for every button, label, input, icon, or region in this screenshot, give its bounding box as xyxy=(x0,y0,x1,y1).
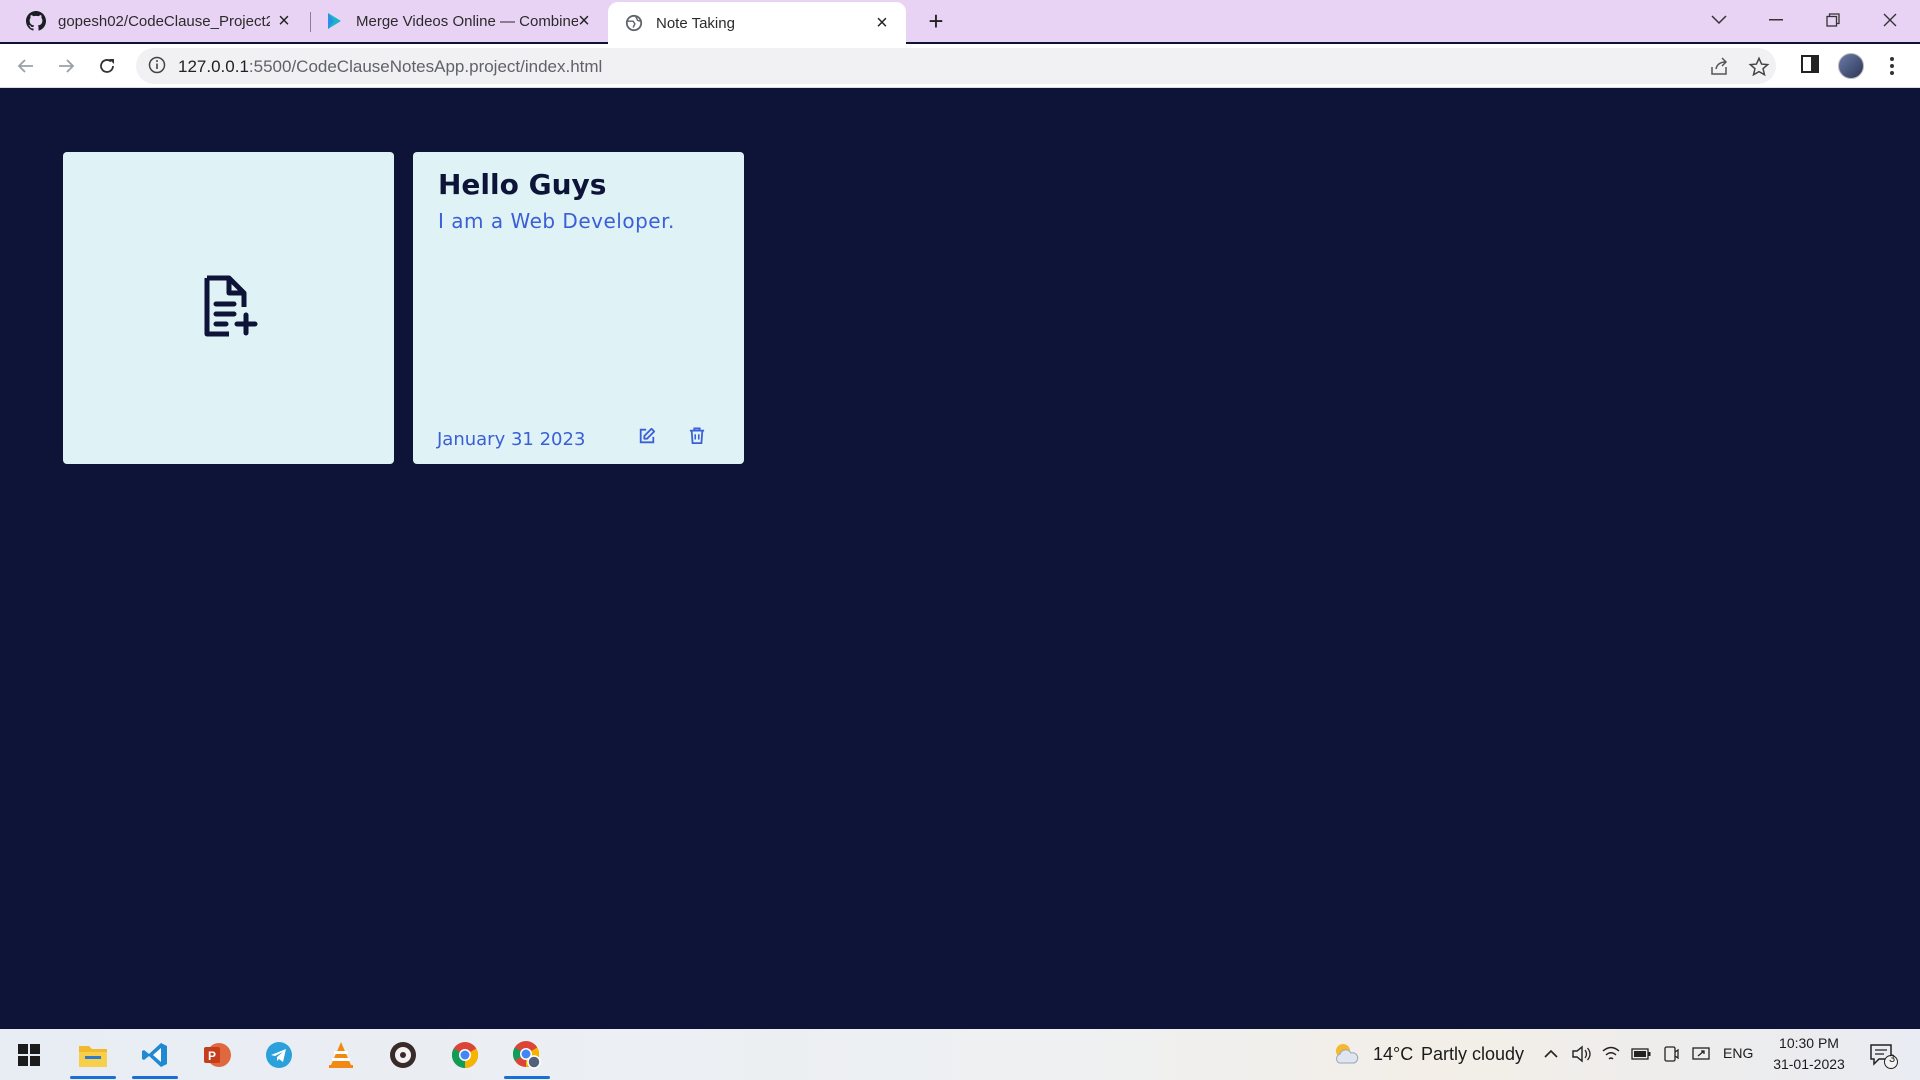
wifi-icon[interactable] xyxy=(1601,1044,1621,1064)
windows-taskbar: P 14°C Partly cloudy ENG 10:30 PM 31-01-… xyxy=(0,1029,1920,1080)
weather-description[interactable]: Partly cloudy xyxy=(1421,1044,1524,1065)
url-text: 127.0.0.1:5500/CodeClauseNotesApp.projec… xyxy=(178,57,602,77)
chrome-icon[interactable] xyxy=(436,1029,494,1080)
clock-time[interactable]: 10:30 PM xyxy=(1770,1035,1848,1051)
weather-temperature[interactable]: 14°C xyxy=(1373,1044,1413,1065)
close-tab-icon[interactable]: × xyxy=(574,11,594,31)
menu-dots-icon[interactable] xyxy=(1882,54,1906,78)
delete-icon[interactable] xyxy=(685,424,709,448)
vlc-icon[interactable] xyxy=(312,1029,370,1080)
tab-strip: gopesh02/CodeClause_Project2 × Merge Vid… xyxy=(0,0,1920,44)
tab-github[interactable]: gopesh02/CodeClause_Project2 × xyxy=(0,0,308,42)
active-indicator xyxy=(132,1076,178,1079)
bookmark-star-icon[interactable] xyxy=(1748,56,1770,78)
active-indicator xyxy=(70,1076,116,1079)
minimize-icon[interactable] xyxy=(1756,6,1796,34)
file-explorer-icon[interactable] xyxy=(64,1029,122,1080)
note-date: January 31 2023 xyxy=(437,429,586,450)
screen-share-icon[interactable] xyxy=(1691,1044,1711,1064)
notes-app: Hello Guys I am a Web Developer. January… xyxy=(0,89,1920,1029)
note-body: I am a Web Developer. xyxy=(438,209,675,233)
telegram-icon[interactable] xyxy=(250,1029,308,1080)
address-bar[interactable]: 127.0.0.1:5500/CodeClauseNotesApp.projec… xyxy=(136,48,1776,84)
chevron-up-icon[interactable] xyxy=(1541,1044,1561,1064)
url-path: :5500/CodeClauseNotesApp.project/index.h… xyxy=(248,57,603,76)
close-tab-icon[interactable]: × xyxy=(872,13,892,33)
new-tab-icon[interactable]: + xyxy=(923,8,949,34)
tab-title: gopesh02/CodeClause_Project2 xyxy=(58,12,270,30)
tab-title: Merge Videos Online — Combine xyxy=(356,12,578,30)
forward-icon[interactable] xyxy=(52,52,80,80)
edit-icon[interactable] xyxy=(635,424,659,448)
windows-start-icon[interactable] xyxy=(0,1029,58,1080)
tab-title: Note Taking xyxy=(656,14,735,32)
add-note-card[interactable] xyxy=(63,152,394,464)
tab-merge-videos[interactable]: Merge Videos Online — Combine × xyxy=(312,0,608,42)
battery-icon[interactable] xyxy=(1631,1044,1651,1064)
reload-icon[interactable] xyxy=(93,52,121,80)
share-icon[interactable] xyxy=(1708,56,1730,78)
note-title: Hello Guys xyxy=(438,168,607,201)
volume-icon[interactable] xyxy=(1571,1044,1591,1064)
back-icon[interactable] xyxy=(12,52,40,80)
notification-center-icon[interactable]: 3 xyxy=(1869,1043,1899,1069)
profile-avatar[interactable] xyxy=(1838,53,1864,79)
clock-date[interactable]: 31-01-2023 xyxy=(1766,1056,1852,1072)
powerpoint-icon[interactable]: P xyxy=(188,1029,246,1080)
side-panel-icon[interactable] xyxy=(1800,54,1824,78)
language-indicator[interactable]: ENG xyxy=(1723,1045,1753,1061)
music-player-icon[interactable] xyxy=(374,1029,432,1080)
github-icon xyxy=(26,11,46,31)
site-info-icon[interactable] xyxy=(148,56,166,79)
active-indicator xyxy=(504,1076,550,1079)
notification-count: 3 xyxy=(1888,1053,1896,1065)
close-tab-icon[interactable]: × xyxy=(274,11,294,31)
svg-text:P: P xyxy=(208,1049,216,1063)
vscode-icon[interactable] xyxy=(126,1029,184,1080)
url-host: 127.0.0.1 xyxy=(178,57,249,76)
globe-icon xyxy=(624,13,644,33)
tab-search-icon[interactable] xyxy=(1699,6,1739,34)
file-plus-icon[interactable] xyxy=(200,275,258,342)
meet-now-icon[interactable] xyxy=(1661,1044,1681,1064)
chrome-profile-icon[interactable] xyxy=(498,1029,556,1080)
weather-partly-cloudy-icon[interactable] xyxy=(1331,1040,1361,1068)
play-icon xyxy=(324,11,344,31)
tab-note-taking[interactable]: Note Taking × xyxy=(608,2,906,44)
restore-icon[interactable] xyxy=(1813,6,1853,34)
close-window-icon[interactable] xyxy=(1870,6,1910,34)
browser-toolbar: 127.0.0.1:5500/CodeClauseNotesApp.projec… xyxy=(0,44,1920,88)
note-card: Hello Guys I am a Web Developer. January… xyxy=(413,152,744,464)
tab-separator xyxy=(310,12,311,32)
